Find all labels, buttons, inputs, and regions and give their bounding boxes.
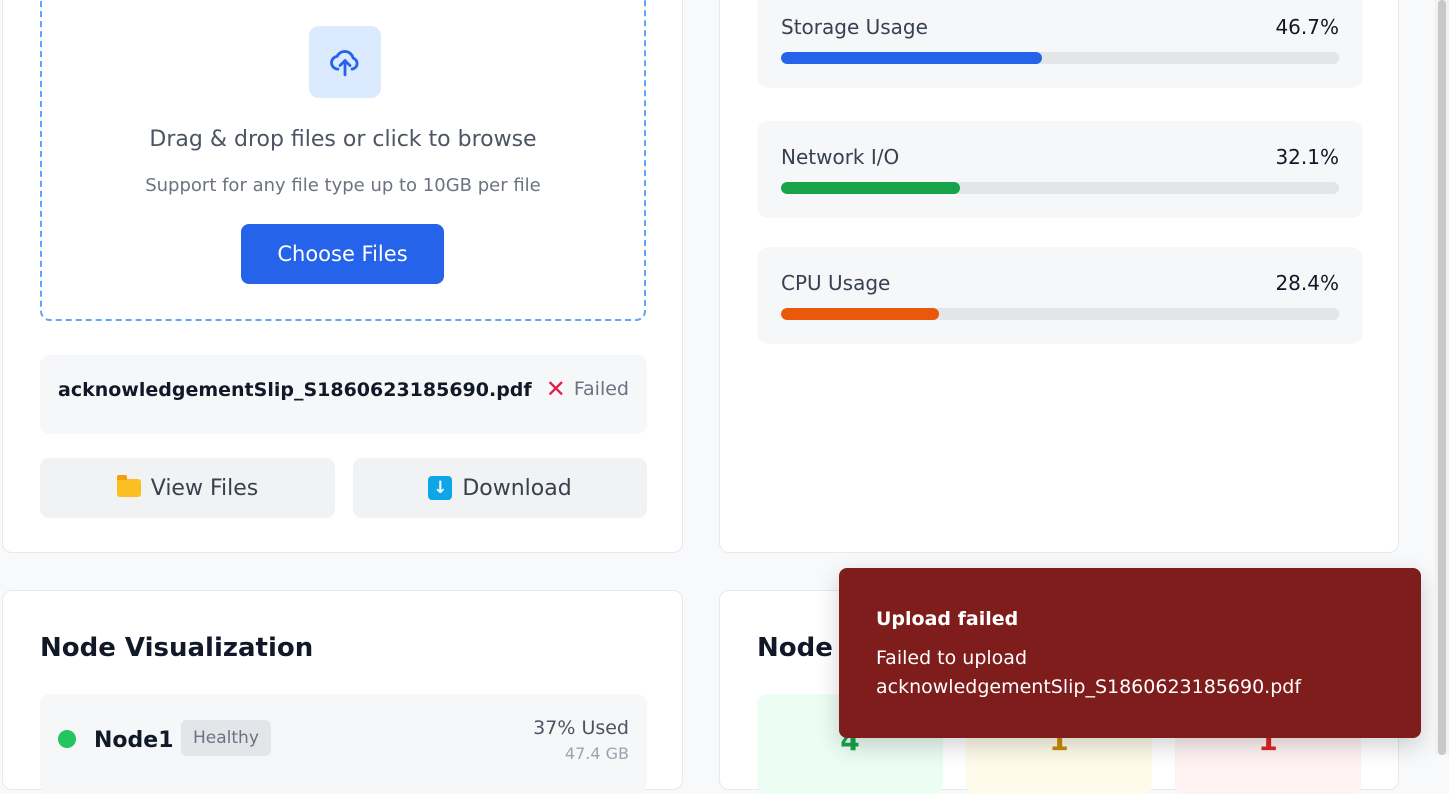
toast-title: Upload failed: [876, 608, 1019, 630]
error-toast[interactable]: Upload failed Failed to upload acknowled…: [839, 568, 1421, 738]
node-name: Node1: [94, 728, 174, 753]
metric-storage-usage: Storage Usage 46.7%: [757, 0, 1363, 88]
progress-fill: [781, 182, 961, 194]
file-status: ✕ Failed: [546, 377, 629, 401]
node-capacity: 47.4 GB: [564, 744, 629, 763]
section-title: Node Visualization: [40, 633, 314, 663]
metric-network-io: Network I/O 32.1%: [757, 121, 1363, 218]
node-row[interactable]: Node1 Healthy 37% Used 47.4 GB: [40, 694, 647, 794]
download-icon: ↓: [428, 476, 453, 500]
dropzone-subtitle: Support for any file type up to 10GB per…: [145, 175, 541, 196]
progress-track: [781, 308, 1339, 320]
folder-icon: [116, 475, 141, 497]
file-dropzone[interactable]: Drag & drop files or click to browse Sup…: [40, 0, 646, 321]
progress-fill: [781, 308, 940, 320]
choose-files-button[interactable]: Choose Files: [241, 224, 444, 284]
metric-cpu-usage: CPU Usage 28.4%: [757, 247, 1363, 344]
file-name: acknowledgementSlip_S1860623185690.pdf: [58, 379, 532, 401]
metrics-card: Storage Usage 46.7% Network I/O 32.1% CP…: [719, 0, 1399, 553]
download-label: Download: [462, 475, 572, 501]
node-used: 37% Used: [533, 717, 629, 739]
status-badge: Healthy: [181, 720, 271, 756]
metric-label: CPU Usage: [781, 271, 891, 295]
view-files-button[interactable]: View Files: [40, 458, 335, 518]
toast-message: Failed to upload acknowledgementSlip_S18…: [876, 647, 1302, 698]
metric-value: 28.4%: [1275, 271, 1339, 295]
status-dot-icon: [58, 730, 76, 748]
file-status-label: Failed: [573, 378, 629, 400]
progress-fill: [781, 52, 1042, 64]
upload-file-row: acknowledgementSlip_S1860623185690.pdf ✕…: [40, 355, 647, 434]
metric-label: Network I/O: [781, 145, 900, 169]
view-files-label: View Files: [150, 475, 259, 501]
upload-card: Drag & drop files or click to browse Sup…: [2, 0, 683, 553]
scrollbar[interactable]: [1435, 0, 1449, 755]
progress-track: [781, 52, 1339, 64]
metric-value: 32.1%: [1275, 145, 1339, 169]
metric-label: Storage Usage: [781, 15, 928, 39]
metric-value: 46.7%: [1275, 15, 1339, 39]
progress-track: [781, 182, 1339, 194]
node-visualization-card: Node Visualization Node1 Healthy 37% Use…: [2, 590, 683, 794]
download-button[interactable]: ↓ Download: [353, 458, 647, 518]
cloud-upload-icon: [309, 26, 381, 98]
x-icon: ✕: [545, 375, 566, 403]
scrollbar-thumb[interactable]: [1438, 0, 1446, 755]
dropzone-title: Drag & drop files or click to browse: [149, 127, 537, 152]
